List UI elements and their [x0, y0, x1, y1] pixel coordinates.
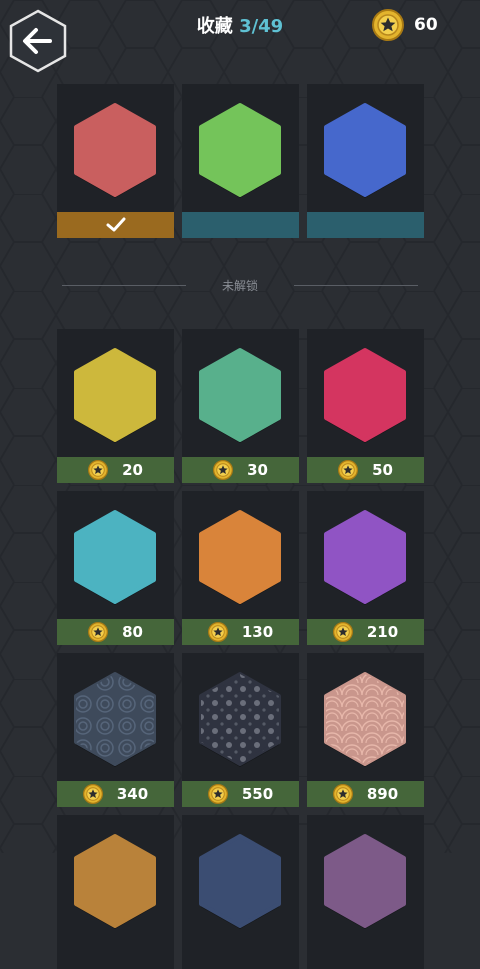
swatch-wrap	[72, 509, 158, 605]
price-tag: 50	[338, 460, 393, 480]
star-coin-icon	[372, 9, 404, 41]
hexagon-swatch	[324, 672, 406, 767]
star-coin-icon	[82, 784, 103, 804]
coin-count: 60	[414, 15, 438, 35]
hexagon-swatch	[199, 834, 281, 929]
price-value: 890	[366, 785, 399, 803]
swatch-wrap	[322, 509, 408, 605]
hexagon-swatch	[324, 834, 406, 929]
hexagon-swatch	[199, 510, 281, 605]
hexagon-swatch	[324, 103, 406, 198]
price-tag: 340	[82, 784, 149, 804]
swatch-wrap	[197, 347, 283, 443]
swatch-wrap	[197, 509, 283, 605]
price-tag: 80	[88, 622, 143, 642]
locked-skin-card[interactable]: 890	[307, 653, 424, 807]
swatch-wrap	[72, 671, 158, 767]
swatch-wrap	[322, 347, 408, 443]
swatch-wrap	[72, 833, 158, 929]
hexagon-swatch	[74, 103, 156, 198]
price-bar[interactable]: 210	[307, 619, 424, 645]
hexagon-swatch	[199, 672, 281, 767]
price-tag: 550	[207, 784, 274, 804]
collection-count: 3/49	[239, 16, 284, 37]
swatch-wrap	[72, 347, 158, 443]
price-bar[interactable]: 890	[307, 781, 424, 807]
select-bar[interactable]	[182, 212, 299, 238]
price-bar[interactable]: 340	[57, 781, 174, 807]
price-tag: 30	[213, 460, 268, 480]
price-bar[interactable]: 80	[57, 619, 174, 645]
price-value: 30	[247, 461, 268, 479]
star-coin-icon	[207, 622, 228, 642]
star-coin-icon	[88, 460, 109, 480]
coin-balance: 60	[372, 9, 438, 41]
swatch-wrap	[322, 102, 408, 198]
locked-divider: 未解锁	[0, 274, 480, 298]
price-value: 550	[241, 785, 274, 803]
star-coin-icon	[207, 784, 228, 804]
star-coin-icon	[338, 460, 359, 480]
hexagon-swatch	[324, 348, 406, 443]
price-value: 340	[116, 785, 149, 803]
price-bar[interactable]: 30	[182, 457, 299, 483]
hexagon-swatch	[74, 348, 156, 443]
price-value: 20	[122, 461, 143, 479]
price-tag: 130	[207, 622, 274, 642]
locked-skin-card[interactable]: 20	[57, 329, 174, 483]
star-coin-icon	[332, 622, 353, 642]
header-bar: 收藏 3/49 60	[0, 0, 480, 73]
price-tag: 210	[332, 622, 399, 642]
locked-skin-card[interactable]: 50	[307, 329, 424, 483]
locked-skin-card[interactable]: 210	[307, 491, 424, 645]
selected-bar[interactable]	[57, 212, 174, 238]
price-tag: 890	[332, 784, 399, 804]
swatch-wrap	[322, 671, 408, 767]
locked-skin-card[interactable]: 340	[57, 653, 174, 807]
price-value: 130	[241, 623, 274, 641]
owned-skin-card[interactable]	[307, 84, 424, 238]
price-bar[interactable]: 20	[57, 457, 174, 483]
hexagon-swatch	[324, 510, 406, 605]
swatch-wrap	[197, 102, 283, 198]
locked-skin-card[interactable]: 130	[182, 491, 299, 645]
hexagon-swatch	[199, 348, 281, 443]
hexagon-swatch	[199, 103, 281, 198]
hexagon-swatch	[74, 672, 156, 767]
locked-skin-card[interactable]	[182, 815, 299, 969]
price-bar[interactable]: 130	[182, 619, 299, 645]
swatch-wrap	[72, 102, 158, 198]
locked-skin-card[interactable]: 80	[57, 491, 174, 645]
hexagon-swatch	[74, 834, 156, 929]
star-coin-icon	[213, 460, 234, 480]
star-coin-icon	[332, 784, 353, 804]
owned-skin-card[interactable]	[182, 84, 299, 238]
hexagon-swatch	[74, 510, 156, 605]
star-coin-icon	[88, 622, 109, 642]
price-value: 80	[122, 623, 143, 641]
price-bar[interactable]: 550	[182, 781, 299, 807]
locked-skin-card[interactable]	[307, 815, 424, 969]
locked-skin-card[interactable]: 550	[182, 653, 299, 807]
price-tag: 20	[88, 460, 143, 480]
checkmark-icon	[106, 217, 125, 232]
locked-skin-card[interactable]: 30	[182, 329, 299, 483]
locked-skin-card[interactable]	[57, 815, 174, 969]
price-value: 210	[366, 623, 399, 641]
swatch-wrap	[322, 833, 408, 929]
divider-line-right	[294, 285, 418, 286]
owned-skin-card[interactable]	[57, 84, 174, 238]
swatch-wrap	[197, 833, 283, 929]
select-bar[interactable]	[307, 212, 424, 238]
price-bar[interactable]: 50	[307, 457, 424, 483]
swatch-wrap	[197, 671, 283, 767]
price-value: 50	[372, 461, 393, 479]
title-text: 收藏	[196, 16, 233, 37]
